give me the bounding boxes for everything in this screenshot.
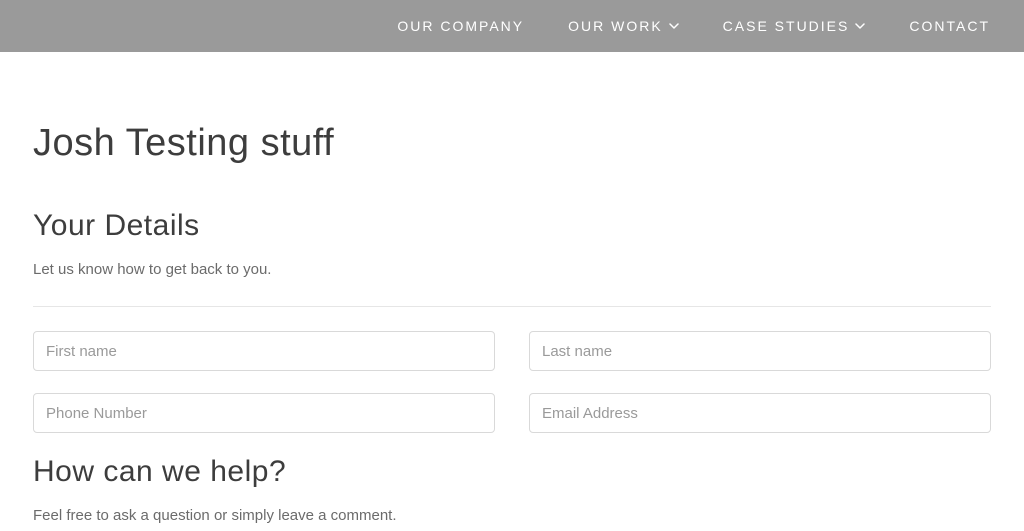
page-title: Josh Testing stuff (33, 122, 991, 165)
section-your-details-title: Your Details (33, 209, 991, 243)
nav-label: OUR COMPANY (397, 18, 524, 34)
top-navbar: OUR COMPANY OUR WORK CASE STUDIES CONTAC… (0, 0, 1024, 52)
phone-input[interactable] (33, 393, 495, 433)
nav-item-our-work[interactable]: OUR WORK (568, 18, 679, 34)
main-content: Josh Testing stuff Your Details Let us k… (0, 52, 1024, 524)
form-row-name (33, 331, 991, 371)
first-name-input[interactable] (33, 331, 495, 371)
nav-item-contact[interactable]: CONTACT (909, 18, 990, 34)
divider (33, 306, 991, 307)
section-help-subtitle: Feel free to ask a question or simply le… (33, 507, 991, 524)
nav-label: CASE STUDIES (723, 18, 850, 34)
nav-item-our-company[interactable]: OUR COMPANY (397, 18, 524, 34)
nav-label: CONTACT (909, 18, 990, 34)
nav-label: OUR WORK (568, 18, 663, 34)
section-your-details-subtitle: Let us know how to get back to you. (33, 261, 991, 278)
nav-item-case-studies[interactable]: CASE STUDIES (723, 18, 866, 34)
last-name-input[interactable] (529, 331, 991, 371)
email-input[interactable] (529, 393, 991, 433)
chevron-down-icon (669, 23, 679, 29)
chevron-down-icon (855, 23, 865, 29)
section-help-title: How can we help? (33, 455, 991, 489)
form-row-contact (33, 393, 991, 433)
